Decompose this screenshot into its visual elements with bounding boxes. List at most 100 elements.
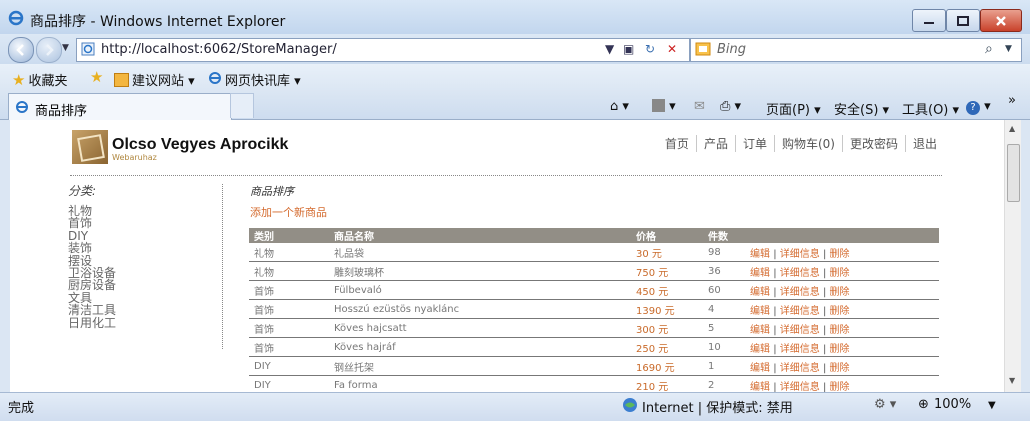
tab-product-sorting[interactable]: 商品排序 — [8, 93, 232, 120]
edit-link[interactable]: 编辑 — [750, 268, 770, 279]
minimize-button[interactable] — [912, 9, 946, 32]
url-dropdown-icon[interactable]: ▼ — [605, 42, 614, 56]
zoom-icon[interactable]: ⊕ — [918, 397, 929, 412]
edit-link[interactable]: 编辑 — [750, 344, 770, 355]
action-separator: | — [822, 248, 827, 260]
search-icon[interactable]: ⌕ — [985, 41, 993, 57]
edit-link[interactable]: 编辑 — [750, 382, 770, 393]
print-icon[interactable]: ⎙ ▾ — [720, 99, 741, 114]
cell-category: 首饰 — [249, 280, 329, 300]
details-link[interactable]: 详细信息 — [780, 382, 820, 393]
search-field[interactable]: Bing ⌕ ▼ — [690, 38, 1022, 62]
delete-link[interactable]: 删除 — [830, 325, 850, 336]
cell-category: 首饰 — [249, 318, 329, 338]
nav-orders[interactable]: 订单 — [734, 135, 774, 152]
action-separator: | — [822, 267, 827, 279]
new-tab-button[interactable] — [230, 93, 254, 118]
cell-actions: 编辑 | 详细信息 | 删除 — [745, 280, 939, 300]
action-separator: | — [773, 305, 777, 317]
nav-home[interactable]: 首页 — [658, 135, 696, 152]
security-zone[interactable]: Internet | 保护模式: 禁用 — [642, 397, 793, 416]
details-link[interactable]: 详细信息 — [780, 249, 820, 260]
category-link[interactable]: 厨房设备 — [68, 279, 218, 292]
maximize-button[interactable] — [946, 9, 980, 32]
category-link[interactable]: 首饰 — [68, 217, 218, 230]
cell-price: 750 元 — [631, 261, 703, 281]
safety-menu[interactable]: 安全(S) ▾ — [834, 99, 889, 118]
scroll-up-icon[interactable]: ▲ — [1009, 124, 1015, 133]
scroll-down-icon[interactable]: ▼ — [1009, 376, 1015, 385]
action-separator: | — [773, 267, 777, 279]
details-link[interactable]: 详细信息 — [780, 325, 820, 336]
vertical-scrollbar[interactable]: ▲ ▼ — [1004, 120, 1021, 392]
stop-icon[interactable]: ✕ — [667, 42, 677, 56]
refresh-icon[interactable]: ↻ — [645, 42, 655, 56]
window-frame-left — [0, 120, 10, 392]
address-toolbar: ▼ http://localhost:6062/StoreManager/ ▼ … — [0, 34, 1030, 64]
add-favorite-icon[interactable]: ★ — [90, 68, 103, 86]
delete-link[interactable]: 删除 — [830, 249, 850, 260]
delete-link[interactable]: 删除 — [830, 268, 850, 279]
suggested-sites-icon — [114, 72, 129, 87]
nav-logout[interactable]: 退出 — [904, 135, 944, 152]
column-header[interactable]: 价格 — [631, 228, 703, 243]
delete-link[interactable]: 删除 — [830, 306, 850, 317]
cell-category: 首饰 — [249, 299, 329, 319]
edit-link[interactable]: 编辑 — [750, 249, 770, 260]
cell-price: 210 元 — [631, 375, 703, 392]
forward-button[interactable] — [36, 37, 62, 63]
delete-link[interactable]: 删除 — [830, 382, 850, 393]
edit-link[interactable]: 编辑 — [750, 363, 770, 374]
favorites-button[interactable]: ★ 收藏夹 — [12, 70, 67, 90]
address-field[interactable]: http://localhost:6062/StoreManager/ ▼ ▣ … — [76, 38, 690, 62]
details-link[interactable]: 详细信息 — [780, 344, 820, 355]
history-dropdown-icon[interactable]: ▼ — [62, 43, 69, 53]
compatibility-view-icon[interactable]: ▣ — [623, 42, 634, 56]
cell-quantity: 36 — [703, 261, 745, 281]
page-menu[interactable]: 页面(P) ▾ — [766, 99, 821, 118]
add-product-link[interactable]: 添加一个新商品 — [250, 204, 327, 220]
url-text[interactable]: http://localhost:6062/StoreManager/ — [101, 42, 337, 57]
help-icon[interactable]: ? ▾ — [966, 99, 991, 115]
home-icon[interactable]: ⌂ ▾ — [610, 99, 629, 114]
column-header[interactable]: 类别 — [249, 228, 329, 243]
search-dropdown-icon[interactable]: ▼ — [1005, 44, 1012, 54]
column-header[interactable]: 件数 — [703, 228, 745, 243]
zoom-level[interactable]: 100% — [934, 397, 971, 412]
details-link[interactable]: 详细信息 — [780, 363, 820, 374]
column-header[interactable]: 商品名称 — [329, 228, 631, 243]
cell-product-name: Hosszú ezüstös nyaklánc — [329, 299, 631, 319]
status-text: 完成 — [8, 401, 35, 416]
settings-icon[interactable]: ⚙ ▾ — [874, 397, 896, 412]
back-button[interactable] — [8, 37, 34, 63]
feeds-icon[interactable]: ▾ — [652, 99, 676, 114]
read-mail-icon[interactable]: ✉ — [694, 99, 705, 114]
close-button[interactable] — [980, 9, 1022, 32]
more-commands-button[interactable]: » — [1008, 93, 1016, 108]
arrow-left-icon — [16, 44, 24, 56]
delete-link[interactable]: 删除 — [830, 344, 850, 355]
delete-link[interactable]: 删除 — [830, 363, 850, 374]
nav-cart[interactable]: 购物车(0) — [773, 135, 842, 152]
category-link[interactable]: 清洁工具 — [68, 304, 218, 317]
edit-link[interactable]: 编辑 — [750, 306, 770, 317]
zoom-dropdown-icon[interactable]: ▼ — [988, 400, 996, 411]
category-link[interactable]: 日用化工 — [68, 316, 218, 329]
edit-link[interactable]: 编辑 — [750, 325, 770, 336]
sidebar-divider — [222, 184, 223, 349]
details-link[interactable]: 详细信息 — [780, 287, 820, 298]
nav-products[interactable]: 产品 — [695, 135, 735, 152]
tab-label: 商品排序 — [35, 104, 88, 119]
nav-change-password[interactable]: 更改密码 — [841, 135, 905, 152]
details-link[interactable]: 详细信息 — [780, 268, 820, 279]
scroll-thumb[interactable] — [1007, 144, 1020, 202]
table-row: DIY 钢丝托架 1690 元 1 编辑 | 详细信息 | 删除 — [249, 356, 939, 376]
suggested-sites-button[interactable]: 建议网站 ▾ — [114, 70, 195, 89]
delete-link[interactable]: 删除 — [830, 287, 850, 298]
edit-link[interactable]: 编辑 — [750, 287, 770, 298]
tools-menu[interactable]: 工具(O) ▾ — [902, 99, 959, 118]
details-link[interactable]: 详细信息 — [780, 306, 820, 317]
web-slice-gallery-button[interactable]: 网页快讯库 ▾ — [208, 70, 301, 89]
action-separator: | — [822, 305, 827, 317]
category-link[interactable]: 装饰 — [68, 242, 218, 255]
